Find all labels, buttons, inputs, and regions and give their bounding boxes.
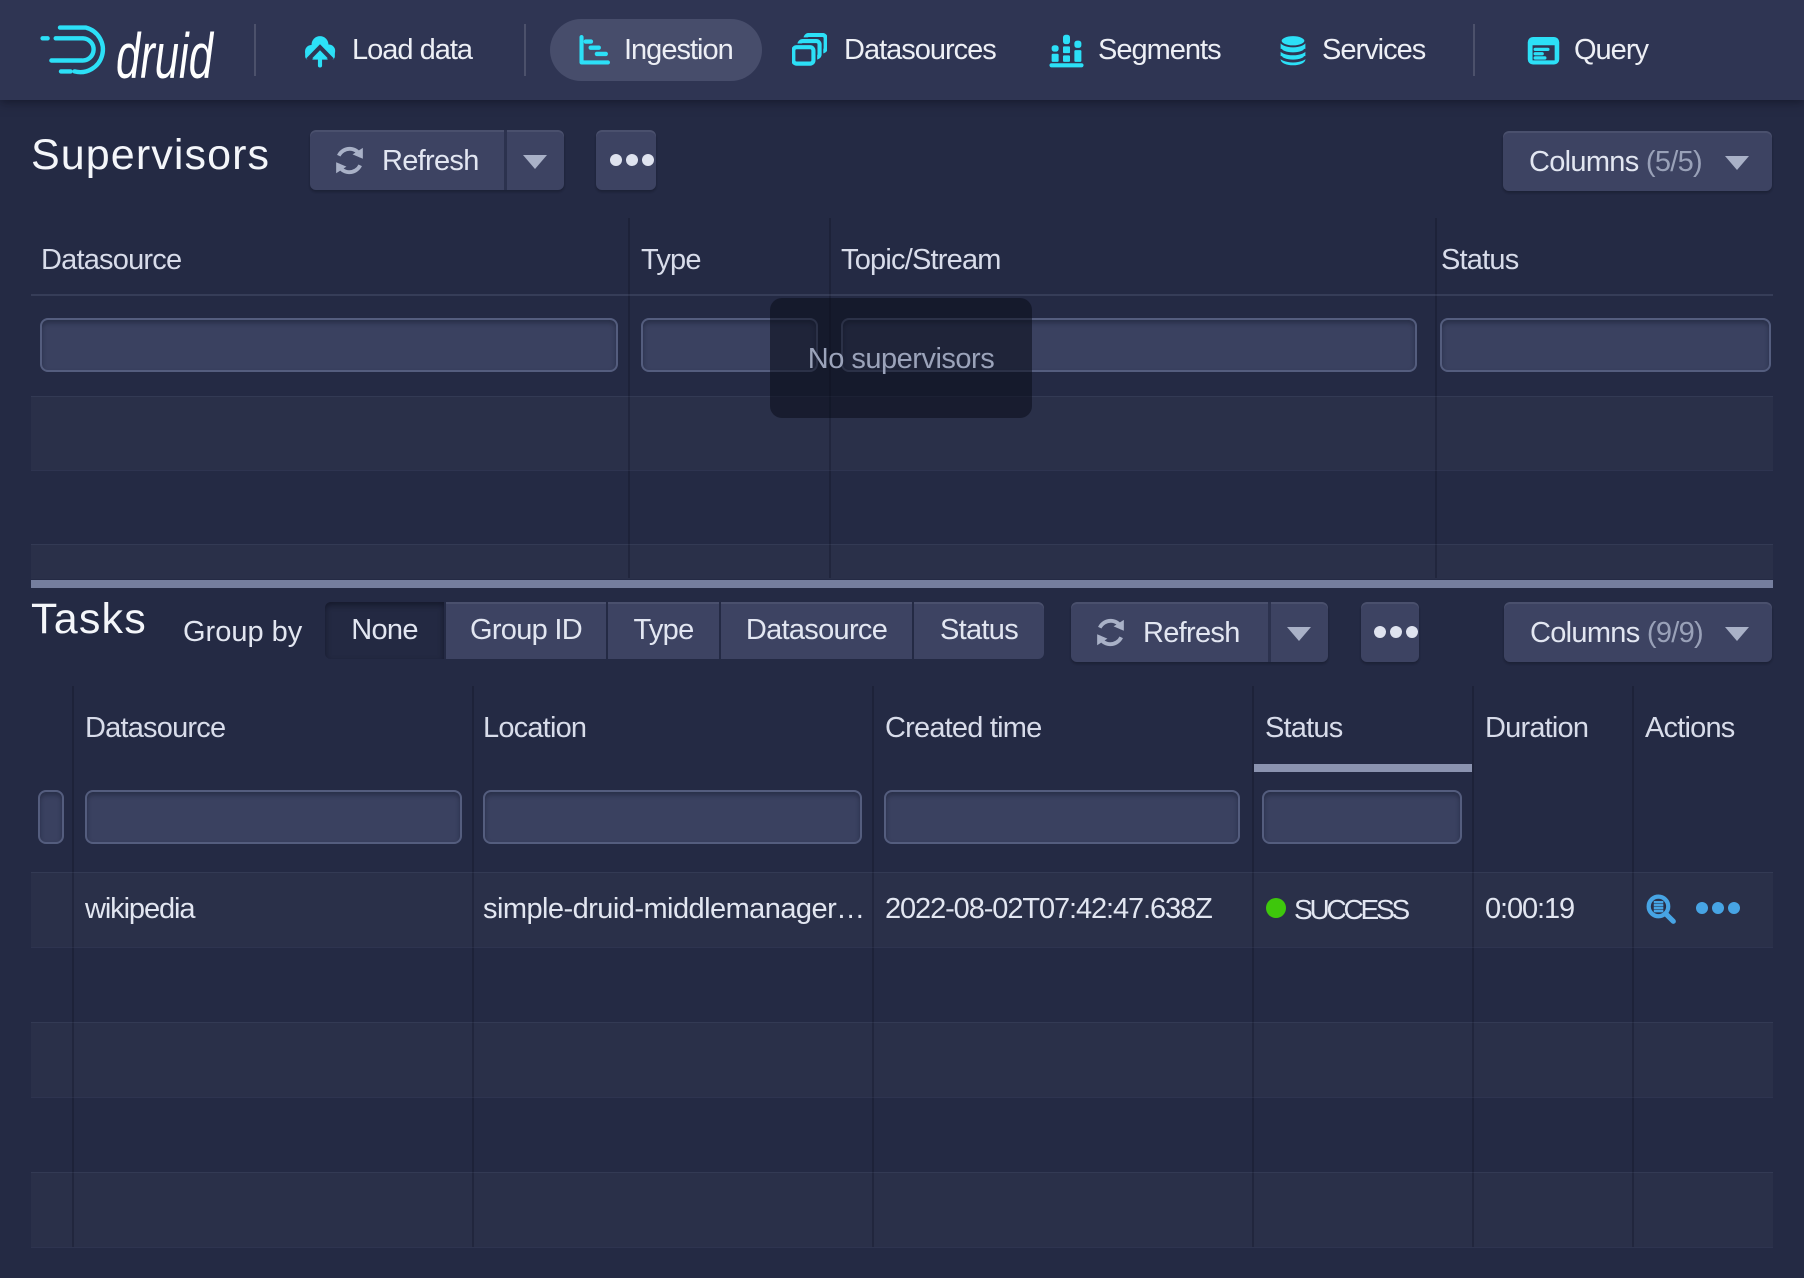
svg-text:druid: druid: [116, 20, 215, 85]
